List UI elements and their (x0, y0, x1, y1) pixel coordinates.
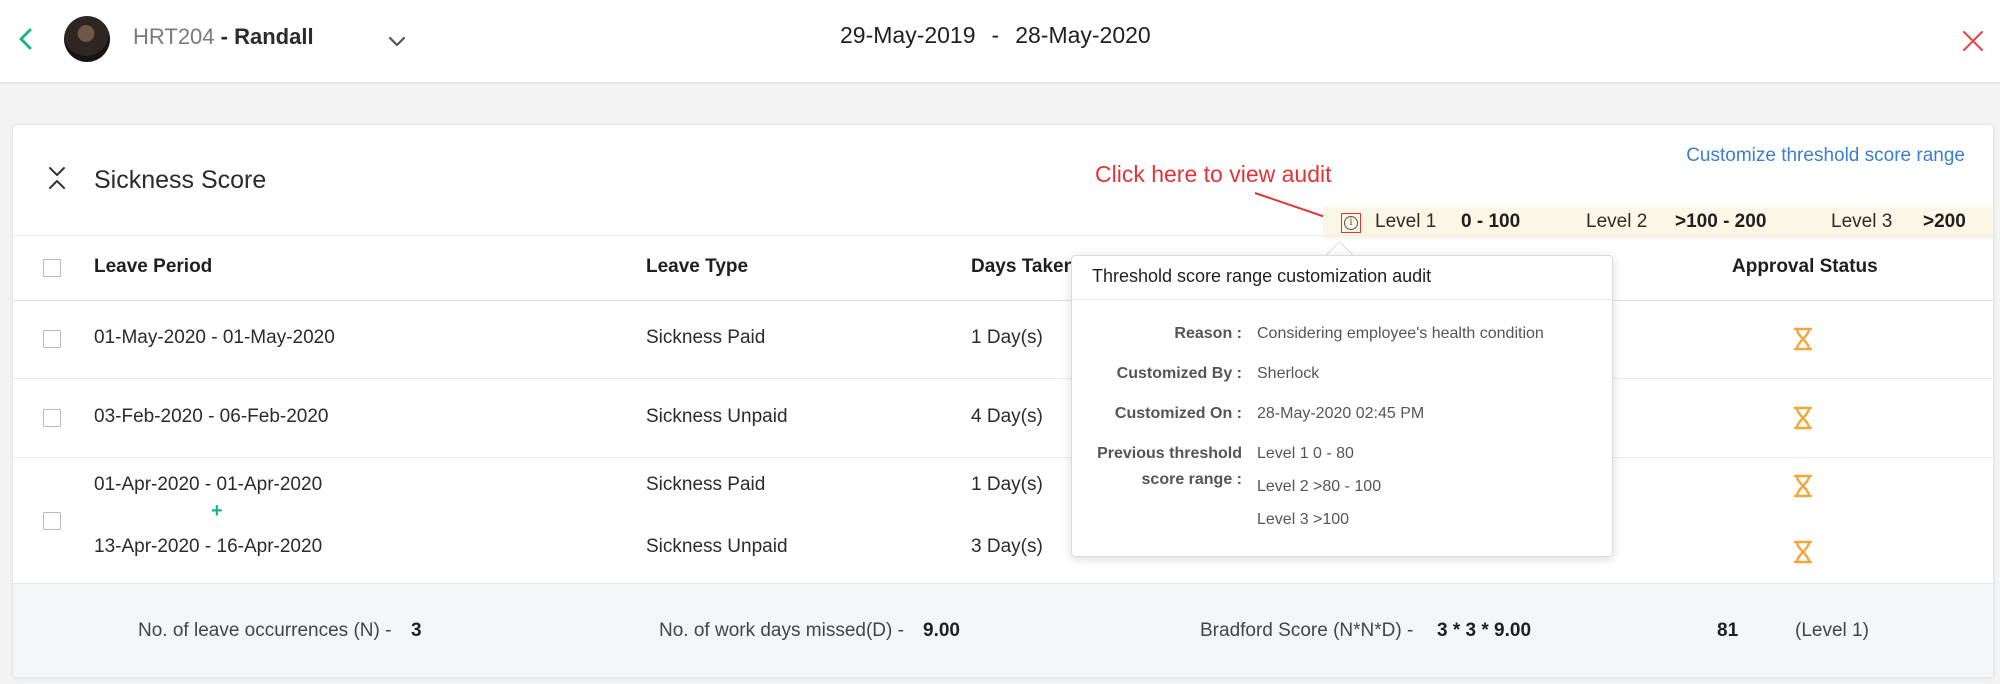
row-checkbox[interactable] (43, 409, 61, 427)
column-approval-status: Approval Status (1732, 256, 1878, 277)
previous-range-label-line1: Previous threshold (1097, 445, 1242, 462)
score-summary: No. of leave occurrences (N) - 3 No. of … (13, 583, 1993, 677)
leave-period: 01-May-2020 - 01-May-2020 (94, 327, 335, 348)
previous-range-level-1: Level 1 0 - 80 (1257, 445, 1354, 462)
previous-range-level-3: Level 3 >100 (1257, 511, 1350, 528)
pending-hourglass-icon[interactable] (1792, 474, 1814, 498)
back-arrow-icon[interactable] (14, 26, 40, 52)
bradford-label: Bradford Score (N*N*D) - (1200, 620, 1414, 641)
bradford-formula: 3 * 3 * 9.00 (1437, 620, 1532, 641)
column-days-taken: Days Taken (971, 256, 1076, 277)
table-row: 03-Feb-2020 - 06-Feb-2020 Sickness Unpai… (13, 379, 1993, 458)
table-row: 01-May-2020 - 01-May-2020 Sickness Paid … (13, 300, 1993, 379)
leave-type: Sickness Paid (646, 327, 766, 348)
column-leave-period: Leave Period (94, 256, 213, 277)
pending-hourglass-icon[interactable] (1792, 327, 1814, 351)
level-1-range: 0 - 100 (1461, 211, 1521, 232)
previous-range-label-line2: score range : (1141, 471, 1242, 488)
bradford-value: 81 (1717, 620, 1739, 641)
date-range: 29-May-2019-28-May-2020 (840, 22, 1151, 49)
pending-hourglass-icon[interactable] (1792, 406, 1814, 430)
row-checkbox[interactable] (43, 512, 61, 530)
popover-divider (1072, 299, 1612, 300)
customized-by-value: Sherlock (1257, 365, 1320, 382)
level-1-label: Level 1 (1375, 211, 1437, 232)
period-end: 28-May-2020 (1015, 22, 1151, 48)
audit-popover: Threshold score range customization audi… (1071, 255, 1613, 557)
reason-value: Considering employee's health condition (1257, 325, 1544, 342)
level-2-range: >100 - 200 (1675, 211, 1767, 232)
customized-by-label: Customized By : (1116, 365, 1242, 382)
days-taken: 1 Day(s) (971, 474, 1043, 495)
days-taken: 4 Day(s) (971, 406, 1043, 427)
chevron-down-icon[interactable] (386, 30, 408, 52)
table-row: 01-Apr-2020 - 01-Apr-2020 + 13-Apr-2020 … (13, 458, 1993, 582)
select-all-checkbox[interactable] (43, 259, 61, 277)
employee-name: HRT204 - Randall (133, 24, 314, 50)
leave-period: 01-Apr-2020 - 01-Apr-2020 (94, 474, 323, 495)
bradford-level: (Level 1) (1795, 620, 1869, 641)
employee-display-name: Randall (234, 24, 314, 49)
customize-threshold-link[interactable]: Customize threshold score range (1686, 145, 1965, 167)
popover-title: Threshold score range customization audi… (1092, 266, 1432, 286)
previous-range-level-2: Level 2 >80 - 100 (1257, 478, 1382, 495)
period-start: 29-May-2019 (840, 22, 976, 48)
customized-on-value: 28-May-2020 02:45 PM (1257, 405, 1425, 422)
occurrences-label: No. of leave occurrences (N) - (138, 620, 392, 641)
collapse-icon[interactable] (45, 165, 69, 191)
missed-days-label: No. of work days missed(D) - (659, 620, 904, 641)
occurrences-value: 3 (411, 620, 422, 641)
missed-days-value: 9.00 (923, 620, 960, 641)
column-leave-type: Leave Type (646, 256, 749, 277)
level-2-label: Level 2 (1586, 211, 1648, 232)
close-icon[interactable] (1960, 28, 1986, 54)
leave-type: Sickness Unpaid (646, 536, 788, 557)
top-bar: HRT204 - Randall 29-May-2019-28-May-2020 (0, 0, 2000, 83)
period-dash: - (991, 22, 1000, 48)
days-taken: 1 Day(s) (971, 327, 1043, 348)
leave-period: 13-Apr-2020 - 16-Apr-2020 (94, 536, 323, 557)
leave-type: Sickness Paid (646, 474, 766, 495)
row-checkbox[interactable] (43, 330, 61, 348)
days-taken: 3 Day(s) (971, 536, 1043, 557)
card-title: Sickness Score (94, 166, 267, 194)
table-header: Leave Period Leave Type Days Taken Appro… (13, 235, 1993, 301)
reason-label: Reason : (1174, 325, 1242, 342)
level-3-label: Level 3 (1831, 211, 1893, 232)
pending-hourglass-icon[interactable] (1792, 540, 1814, 564)
avatar[interactable] (64, 16, 110, 62)
leave-period: 03-Feb-2020 - 06-Feb-2020 (94, 406, 329, 427)
audit-annotation: Click here to view audit (1095, 161, 1332, 187)
employee-separator: - (214, 24, 235, 49)
employee-code: HRT204 (133, 24, 215, 49)
sickness-score-card: Sickness Score Customize threshold score… (12, 124, 1994, 678)
leave-type: Sickness Unpaid (646, 406, 788, 427)
plus-icon: + (211, 500, 223, 522)
customized-on-label: Customized On : (1114, 405, 1242, 422)
info-icon[interactable]: i (1341, 213, 1361, 233)
level-3-range: >200 (1923, 211, 1966, 232)
